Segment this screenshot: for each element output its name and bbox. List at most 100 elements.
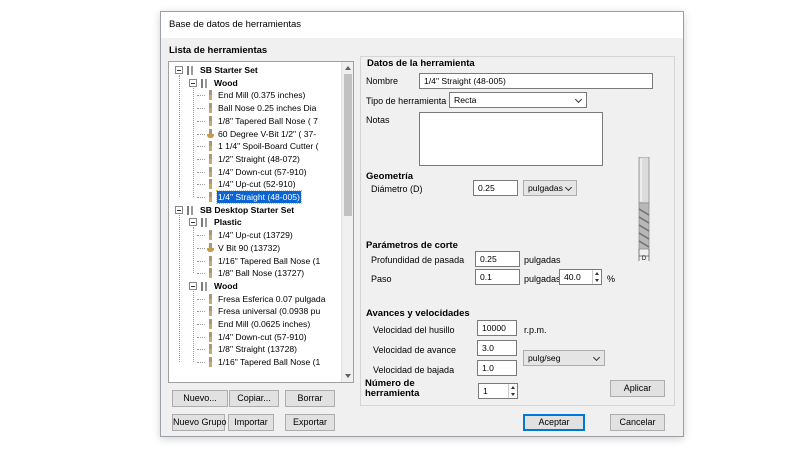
tool-number-spinner[interactable]: 1 [478,383,518,399]
tree-connector [197,349,205,351]
end-mill-icon [207,192,214,202]
feed-rate-label: Velocidad de avance [373,345,457,355]
new-button[interactable]: Nuevo... [172,390,228,407]
window-title: Base de datos de herramientas [161,12,683,38]
tree-connector [197,95,205,97]
collapse-icon[interactable] [175,205,183,214]
folder-icon [186,65,196,75]
end-mill-icon [207,255,214,266]
name-label: Nombre [366,76,399,86]
diameter-label: Diámetro (D) [371,184,423,194]
end-mill-diagram: D [638,157,650,262]
name-input[interactable]: 1/4" Straight (48-005) [419,73,653,89]
pass-depth-unit: pulgadas [524,255,561,265]
tree-item-label: 60 Degree V-Bit 1/2" ( 37- [218,128,317,139]
geometry-title: Geometría [366,171,413,182]
folder-icon [186,205,196,215]
tree-item-label: Plastic [214,217,242,228]
tree-item-label: Fresa Esferica 0.07 pulgada [218,293,326,304]
export-button[interactable]: Exportar [285,414,335,431]
scroll-down-icon[interactable] [345,374,351,378]
tree-connector [197,108,205,110]
copy-button[interactable]: Copiar... [229,390,279,407]
tree-connector [197,120,205,122]
tree-connector [197,298,205,300]
stepover-input[interactable]: 0.1 [475,269,520,285]
tool-tree[interactable]: 1/16" Tapered Ball Nose (1 1/8" Straight … [168,61,354,383]
spindle-speed-input[interactable]: 10000 [477,320,517,336]
tool-number-value: 1 [483,386,488,396]
end-mill-icon [207,357,214,368]
new-group-button[interactable]: Nuevo Grupo [172,414,227,431]
tool-type-select[interactable]: Recta [449,92,587,108]
end-mill-icon [207,103,214,114]
rate-units-select[interactable]: pulg/seg [523,350,605,366]
stepover-label: Paso [371,274,392,284]
tree-connector [197,273,205,275]
collapse-icon[interactable] [175,66,183,74]
end-mill-icon [207,115,214,126]
tree-connector [197,362,205,364]
tree-item-label: 1/16" Tapered Ball Nose (1 [218,357,321,368]
tree-connector [197,324,205,325]
collapse-icon[interactable] [189,218,197,227]
tree-item-label: Wood [214,280,238,291]
tool-type-label: Tipo de herramienta [366,96,447,106]
chevron-down-icon [574,95,583,104]
collapse-icon[interactable] [189,281,197,290]
plunge-rate-label: Velocidad de bajada [373,365,455,375]
tree-item-label: 1/4" Up-cut (13729) [218,230,293,241]
cutting-title: Parámetros de corte [366,240,458,251]
tree-item-label: 1/8" Ball Nose (13727) [218,268,305,279]
tree-item-label: 1/2" Straight (48-072) [218,153,300,164]
end-mill-icon [207,230,214,241]
import-button[interactable]: Importar [228,414,274,431]
scroll-up-icon[interactable] [345,66,351,70]
pass-depth-label: Profundidad de pasada [371,255,465,265]
tree-connector [197,184,205,186]
tree-item-label: End Mill (0.375 inches) [218,90,306,101]
geometry-units-select[interactable]: pulgadas [523,180,577,196]
tree-connector [197,235,205,237]
tree-connector [197,133,205,135]
tree-item-label: SB Starter Set [200,65,258,75]
spin-up-icon[interactable] [511,386,515,389]
tree-item-label: Fresa universal (0.0938 pu [218,306,321,317]
stepover-percent-spinner[interactable]: 40.0 [559,269,602,285]
spin-down-icon[interactable] [511,393,515,396]
tree-connector [197,171,205,173]
cancel-button[interactable]: Cancelar [610,414,665,431]
tool-type-value: Recta [454,95,477,105]
tree-connector [193,227,194,274]
tree-scrollbar[interactable] [341,62,353,382]
rate-units-value: pulg/seg [528,353,561,363]
spin-down-icon[interactable] [595,279,599,282]
tool-data-title: Datos de la herramienta [367,58,475,69]
tree-connector [193,87,194,197]
spindle-speed-unit: r.p.m. [524,325,547,335]
end-mill-icon [207,268,214,279]
tree-connector [197,311,205,313]
apply-button[interactable]: Aplicar [610,380,665,397]
diameter-input[interactable]: 0.25 [473,180,518,196]
end-mill-icon [207,153,214,164]
pass-depth-input[interactable]: 0.25 [475,251,520,267]
folder-icon [200,78,210,88]
feed-rate-input[interactable]: 3.0 [477,340,517,356]
geometry-units-value: pulgadas [528,183,563,193]
tree-connector [197,197,205,198]
spindle-speed-label: Velocidad del husillo [373,325,455,335]
percent-sign: % [607,274,616,284]
collapse-icon[interactable] [189,78,197,87]
spin-up-icon[interactable] [595,272,599,275]
folder-icon [200,217,210,228]
tree-connector [197,260,205,262]
end-mill-icon [207,293,214,304]
end-mill-icon [207,306,214,317]
accept-button[interactable]: Aceptar [523,414,585,431]
v-bit-icon [207,242,214,253]
delete-button[interactable]: Borrar [285,390,335,407]
notes-textarea[interactable] [419,112,603,166]
scroll-thumb[interactable] [344,74,352,216]
plunge-rate-input[interactable]: 1.0 [477,360,517,376]
